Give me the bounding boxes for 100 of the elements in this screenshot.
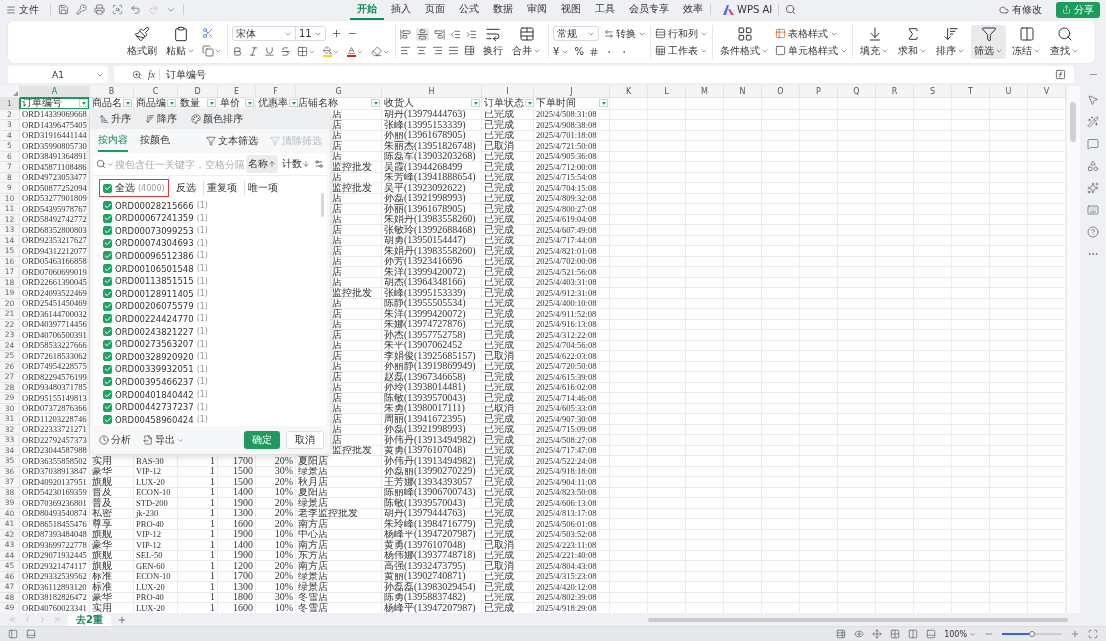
- conditional-format-button[interactable]: 条件格式: [717, 25, 772, 59]
- table-cell: VIP-12: [134, 529, 178, 540]
- column-header[interactable]: P: [800, 86, 838, 98]
- column-header[interactable]: T: [952, 86, 990, 98]
- name-box[interactable]: A1: [8, 66, 108, 83]
- table-cell: 2025/4/702:00:08: [534, 256, 610, 267]
- table-cell: 朱娟丹(13983558260): [382, 246, 482, 257]
- cell-style-button[interactable]: 单元格样式: [775, 44, 848, 57]
- merge-button[interactable]: 合并: [509, 25, 544, 59]
- ribbon-tab[interactable]: 视图: [554, 0, 588, 20]
- column-header[interactable]: K: [610, 86, 648, 98]
- column-header[interactable]: G: [296, 86, 382, 98]
- column-header[interactable]: C: [134, 86, 178, 98]
- table-cell: 陈敏(13939570043): [382, 393, 482, 404]
- export-button[interactable]: 导出: [140, 433, 187, 447]
- table-cell: 南方店: [296, 561, 382, 572]
- select-all-checkbox[interactable]: 全选 (4000): [99, 179, 169, 198]
- number-format-select[interactable]: 常规: [553, 26, 599, 41]
- header-text: 店铺名称: [298, 98, 338, 109]
- item-count: (1): [196, 226, 208, 236]
- table-cell: ECON-10: [134, 487, 178, 498]
- column-header[interactable]: V: [1028, 86, 1066, 98]
- table-cell: ORD37038913847: [20, 466, 90, 477]
- confirm-button[interactable]: 确定: [244, 431, 280, 449]
- column-header[interactable]: I: [482, 86, 534, 98]
- column-header[interactable]: Q: [838, 86, 876, 98]
- cancel-button[interactable]: 取消: [286, 431, 324, 449]
- header-text: 商品编: [136, 98, 166, 109]
- ribbon-tab[interactable]: 页面: [418, 0, 452, 20]
- column-header[interactable]: H: [382, 86, 482, 98]
- column-header[interactable]: O: [762, 86, 800, 98]
- font-select[interactable]: 宋体 11: [232, 26, 326, 41]
- text-filter-button[interactable]: 文本筛选: [206, 134, 258, 148]
- share-button[interactable]: 分享: [1056, 1, 1100, 18]
- column-header[interactable]: L: [648, 86, 686, 98]
- table-cell: 1: [178, 582, 218, 593]
- header-cell[interactable]: 订单状态: [482, 98, 534, 110]
- quick-select-link[interactable]: 反选: [172, 181, 199, 196]
- fill-button[interactable]: 填充: [857, 25, 892, 59]
- table-cell: 已完成: [482, 445, 534, 456]
- table-cell: 2025/4/714:46:08: [534, 393, 610, 404]
- column-header[interactable]: E: [218, 86, 256, 98]
- sort-descending-button[interactable]: 降序: [140, 112, 182, 126]
- column-header[interactable]: J: [534, 86, 610, 98]
- table-cell: 冬雪店: [296, 592, 382, 603]
- ribbon-tab[interactable]: 公式: [452, 0, 486, 20]
- worksheet-button[interactable]: 工作表: [655, 44, 708, 57]
- table-cell: 标准: [90, 571, 134, 582]
- table-cell: 2025/4/312:22:08: [534, 330, 610, 341]
- format-painter-button[interactable]: 格式刷: [124, 25, 160, 59]
- column-header[interactable]: R: [876, 86, 914, 98]
- table-cell: 旗舰: [90, 550, 134, 561]
- column-header[interactable]: M: [686, 86, 724, 98]
- ribbon-tab[interactable]: 审阅: [520, 0, 554, 20]
- table-cell: 已完成: [482, 225, 534, 236]
- column-header[interactable]: D: [178, 86, 218, 98]
- ribbon-tab[interactable]: 数据: [486, 0, 520, 20]
- find-button[interactable]: 查找: [1047, 25, 1082, 59]
- ai-button[interactable]: WPS AI: [717, 3, 779, 16]
- header-cell[interactable]: 订单编号: [20, 98, 90, 110]
- table-cell: 私密: [90, 508, 134, 519]
- ribbon-tab[interactable]: 会员专享: [622, 0, 676, 20]
- percent-button[interactable]: %: [574, 45, 584, 58]
- ribbon-tab[interactable]: 插入: [384, 0, 418, 20]
- color-sort-button[interactable]: 颜色排序: [186, 112, 248, 126]
- ribbon-tab[interactable]: 开始: [350, 0, 384, 20]
- sort-ascending-button[interactable]: 升序: [94, 112, 136, 126]
- filter-tab[interactable]: 按颜色: [140, 130, 170, 152]
- sort-button[interactable]: 排序: [933, 25, 968, 59]
- rows-columns-button[interactable]: 行和列: [655, 27, 708, 40]
- sum-button[interactable]: 求和: [895, 25, 930, 59]
- column-header[interactable]: U: [990, 86, 1028, 98]
- quick-select-link[interactable]: 重复项: [202, 181, 240, 196]
- file-menu-button[interactable]: 文件: [6, 2, 43, 17]
- sheet-tab[interactable]: 去2重: [68, 613, 111, 626]
- save-status-button[interactable]: 有修改: [993, 1, 1048, 18]
- convert-button[interactable]: 转换: [604, 27, 646, 40]
- freeze-button[interactable]: 冻结: [1009, 25, 1044, 59]
- order-button[interactable]: 名称: [246, 155, 278, 174]
- analyze-button[interactable]: 分析: [96, 433, 134, 447]
- currency-button[interactable]: ¥: [553, 45, 570, 58]
- table-cell: 2025/4/522:24:08: [534, 456, 610, 467]
- table-cell: 2025/4/223:11:08: [534, 540, 610, 551]
- table-cell: 绿景店: [296, 582, 382, 593]
- column-header[interactable]: F: [256, 86, 296, 98]
- wrap-text-button[interactable]: 换行: [480, 25, 506, 59]
- column-header[interactable]: B: [90, 86, 134, 98]
- column-header[interactable]: S: [914, 86, 952, 98]
- formula-field[interactable]: fx 订单编号: [114, 66, 1074, 83]
- ribbon-tab[interactable]: 工具: [588, 0, 622, 20]
- paste-button[interactable]: 粘贴: [163, 25, 198, 59]
- item-count: (1): [196, 352, 208, 362]
- filter-button[interactable]: 筛选: [971, 25, 1006, 59]
- zoom-level-button[interactable]: 100%: [944, 629, 976, 639]
- column-header[interactable]: N: [724, 86, 762, 98]
- header-cell[interactable]: 下单时间: [534, 98, 610, 110]
- quick-select-link[interactable]: 唯一项: [243, 181, 281, 196]
- ribbon-tab[interactable]: 效率: [676, 0, 710, 20]
- table-style-button[interactable]: 表格样式: [775, 27, 848, 40]
- header-cell[interactable]: 收货人: [382, 98, 482, 110]
